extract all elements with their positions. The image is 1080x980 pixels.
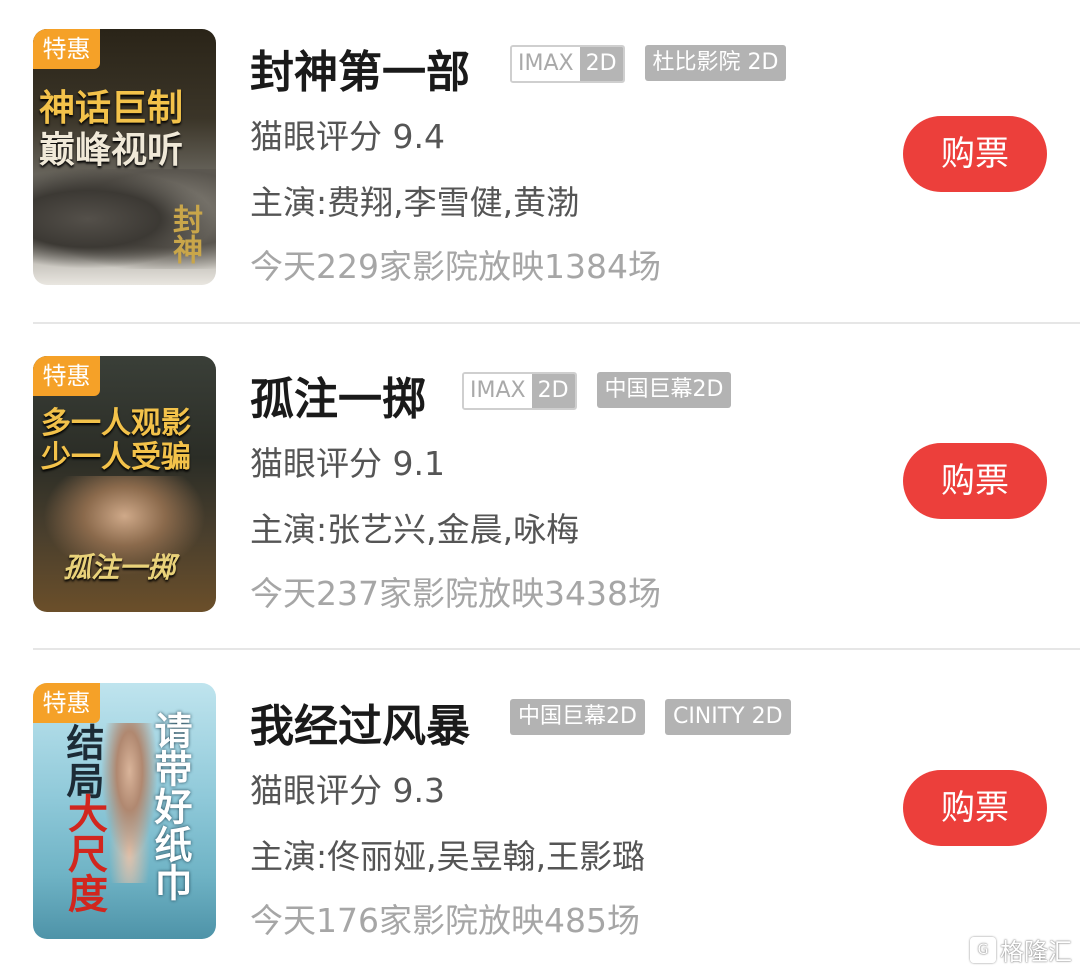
- discount-badge: 特惠: [33, 683, 100, 723]
- movie-item[interactable]: 多一人观影 少一人受骗 孤注一掷 特惠 孤注一掷 IMAX 2D 中国巨幕2D …: [0, 327, 1080, 653]
- format-tag: 中国巨幕2D: [510, 699, 645, 735]
- format-tag: 杜比影院 2D: [644, 45, 787, 81]
- tag-2d-label: 2D: [531, 374, 575, 408]
- movie-poster[interactable]: 多一人观影 少一人受骗 孤注一掷 特惠: [33, 356, 216, 612]
- format-tags: IMAX 2D 杜比影院 2D: [510, 45, 787, 83]
- poster-title: 孤注一掷: [63, 551, 176, 584]
- format-tags: IMAX 2D 中国巨幕2D: [462, 372, 732, 410]
- movie-cast: 主演:佟丽娅,吴昱翰,王影璐: [250, 837, 646, 876]
- movie-poster[interactable]: 神话巨制 巅峰视听 封神 特惠: [33, 29, 216, 285]
- format-tag: IMAX 2D: [462, 372, 577, 410]
- movie-rating: 猫眼评分 9.4: [250, 117, 445, 156]
- movie-title[interactable]: 封神第一部: [250, 36, 470, 100]
- watermark-logo-icon: G: [970, 936, 996, 963]
- format-tag: IMAX 2D: [510, 45, 625, 83]
- movie-title[interactable]: 我经过风暴: [250, 690, 470, 754]
- buy-ticket-button[interactable]: 购票: [903, 770, 1047, 846]
- divider: [33, 322, 1080, 324]
- format-tag: 中国巨幕2D: [596, 372, 732, 408]
- tag-imax-label: IMAX: [512, 47, 580, 81]
- poster-slogan: 少一人受骗: [41, 440, 191, 475]
- movie-item[interactable]: 神话巨制 巅峰视听 封神 特惠 封神第一部 IMAX 2D 杜比影院 2D 猫眼…: [0, 0, 1080, 326]
- discount-badge: 特惠: [33, 356, 100, 396]
- watermark: G 格隆汇: [970, 932, 1072, 967]
- movie-rating: 猫眼评分 9.3: [250, 771, 445, 810]
- poster-title: 封神: [167, 204, 202, 264]
- movie-poster[interactable]: 结局 大尺度 请带好纸巾 特惠: [33, 683, 216, 939]
- divider: [33, 648, 1080, 650]
- format-tags: 中国巨幕2D CINITY 2D: [510, 699, 791, 735]
- poster-slogan: 大尺度: [61, 793, 107, 913]
- movie-cast: 主演:费翔,李雪健,黄渤: [250, 183, 580, 222]
- showtimes-summary: 今天176家影院放映485场: [250, 901, 640, 940]
- buy-ticket-button[interactable]: 购票: [903, 443, 1047, 519]
- tag-2d-label: 2D: [579, 47, 623, 81]
- showtimes-summary: 今天229家影院放映1384场: [250, 247, 661, 286]
- movie-cast: 主演:张艺兴,金晨,咏梅: [250, 510, 580, 549]
- tag-imax-label: IMAX: [464, 374, 532, 408]
- format-tag: CINITY 2D: [664, 699, 791, 735]
- movie-title[interactable]: 孤注一掷: [250, 363, 426, 427]
- movie-rating: 猫眼评分 9.1: [250, 444, 445, 483]
- buy-ticket-button[interactable]: 购票: [903, 116, 1047, 192]
- poster-slogan: 请带好纸巾: [148, 711, 192, 901]
- watermark-text: 格隆汇: [1000, 938, 1072, 966]
- poster-slogan: 结局: [60, 723, 104, 799]
- showtimes-summary: 今天237家影院放映3438场: [250, 574, 661, 613]
- discount-badge: 特惠: [33, 29, 100, 69]
- poster-slogan: 巅峰视听: [39, 130, 184, 171]
- movie-item[interactable]: 结局 大尺度 请带好纸巾 特惠 我经过风暴 中国巨幕2D CINITY 2D 猫…: [0, 654, 1080, 980]
